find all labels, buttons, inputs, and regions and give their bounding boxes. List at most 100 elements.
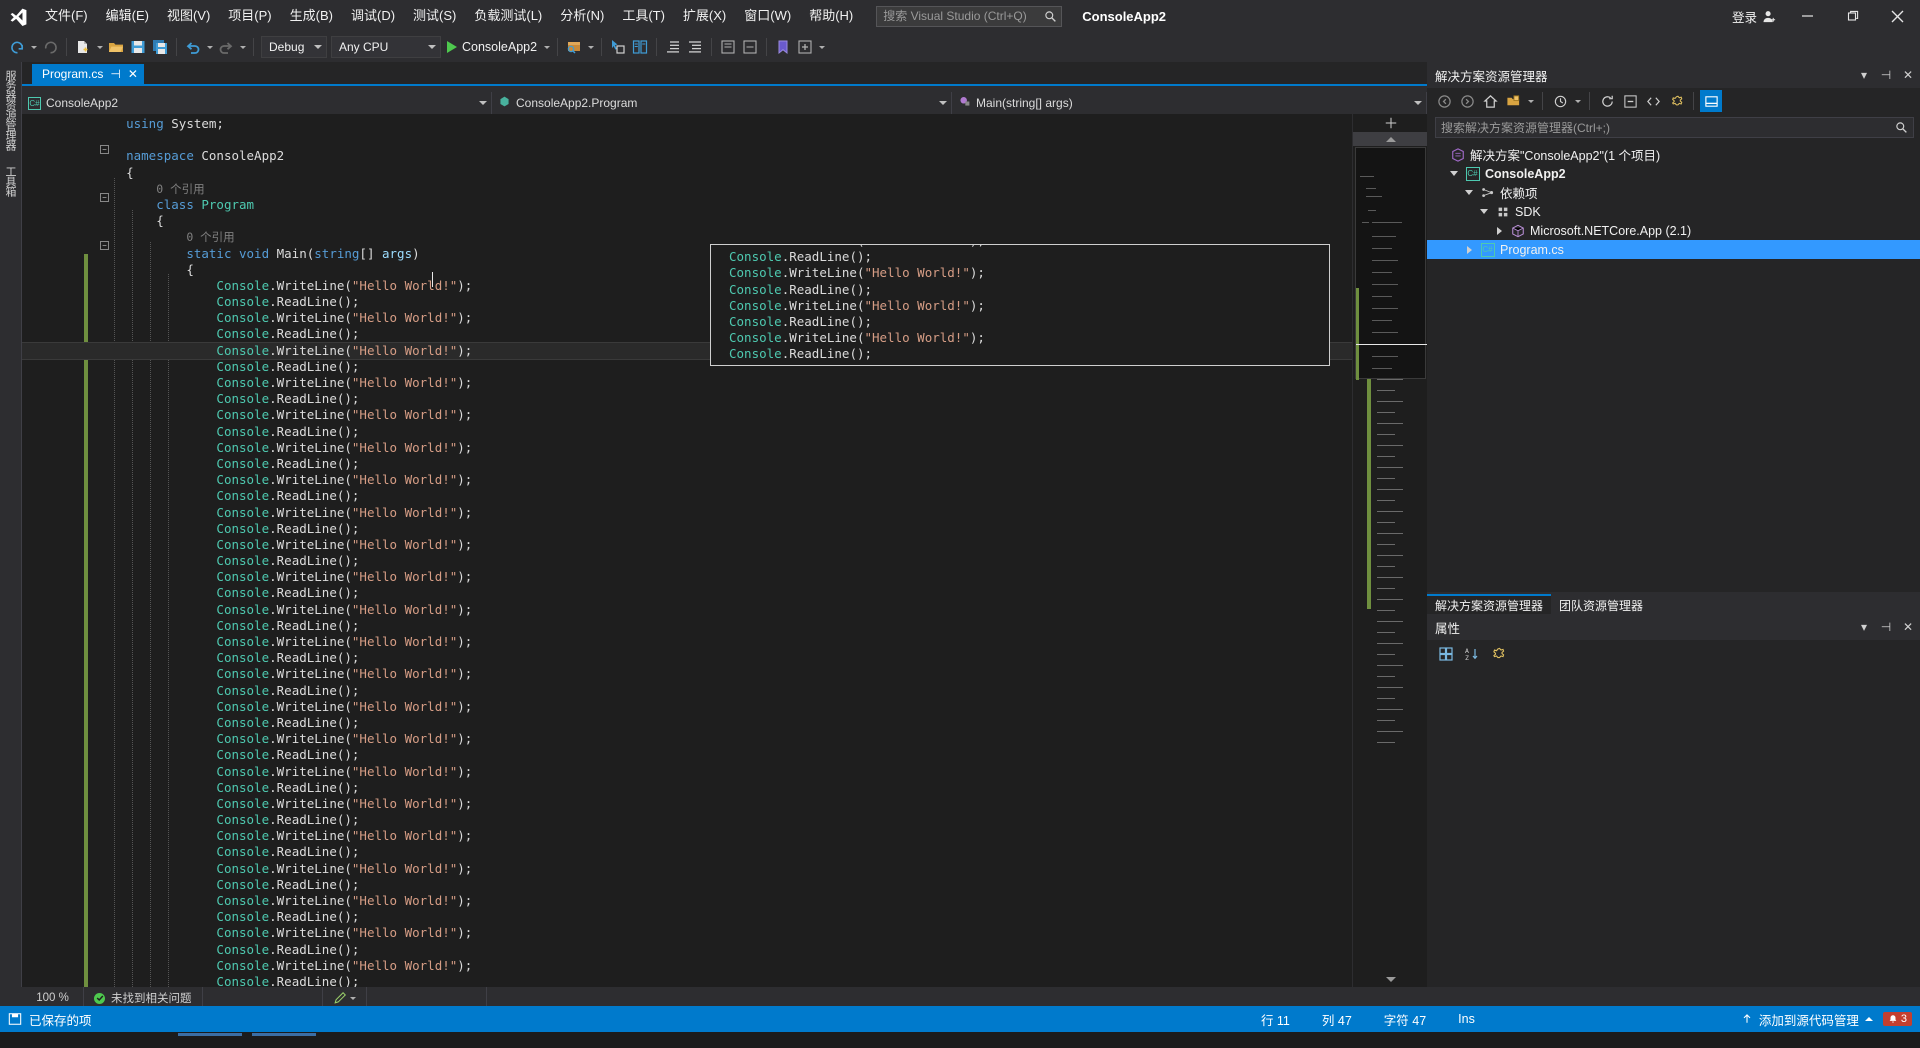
pin-icon[interactable]: ⊣ [1878,618,1894,636]
comment-button[interactable] [717,35,739,59]
code-line[interactable]: Console.WriteLine("Hello World!"); [22,472,1352,488]
new-project-dropdown[interactable] [94,45,105,49]
code-line[interactable]: Console.ReadLine(); [22,942,1352,958]
navigate-backward-button[interactable] [6,35,28,59]
solution-platform-combo[interactable]: Any CPU [331,36,441,58]
tree-twisty[interactable] [1448,171,1460,176]
quick-launch-search[interactable] [876,5,1063,27]
menu-debug[interactable]: 调试(D) [342,4,404,28]
code-line[interactable]: Console.ReadLine(); [22,553,1352,569]
solution-search-input[interactable] [1441,120,1895,135]
tree-twisty[interactable] [1478,209,1490,214]
code-line[interactable]: Console.WriteLine("Hello World!"); [22,440,1352,456]
minimize-button[interactable] [1785,0,1830,32]
chevron-down-icon[interactable] [1572,90,1583,112]
save-button[interactable] [127,35,149,59]
navbar-project-combo[interactable]: C# ConsoleApp2 [22,92,492,114]
expand-button[interactable] [794,35,816,59]
tree-node[interactable]: 依赖项 [1427,183,1920,202]
open-file-button[interactable] [105,35,127,59]
close-icon[interactable]: ✕ [1900,66,1916,84]
code-line[interactable]: { [22,165,1352,181]
code-line[interactable] [22,132,1352,148]
view-code-icon[interactable] [1642,90,1664,112]
menu-analyze[interactable]: 分析(N) [551,4,613,28]
menu-window[interactable]: 窗口(W) [735,4,800,28]
menu-project[interactable]: 项目(P) [219,4,280,28]
select-pointer-button[interactable] [607,35,629,59]
code-line[interactable]: Console.WriteLine("Hello World!"); [22,375,1352,391]
menu-file[interactable]: 文件(F) [36,4,97,28]
solution-tree[interactable]: 解决方案"ConsoleApp2"(1 个项目) C# ConsoleApp2 依赖项… [1427,141,1920,259]
solution-explorer-search[interactable] [1435,117,1914,138]
indent-button[interactable] [662,35,684,59]
server-explorer-tab[interactable]: 服务器资源管理器 [0,62,20,158]
menu-view[interactable]: 视图(V) [158,4,219,28]
tab-team-explorer[interactable]: 团队资源管理器 [1551,594,1651,614]
code-line[interactable]: Console.WriteLine("Hello World!"); [22,958,1352,974]
code-line[interactable]: Console.ReadLine(); [22,521,1352,537]
code-line[interactable]: using System; [22,116,1352,132]
solution-configuration-combo[interactable]: Debug [261,36,327,58]
tree-node[interactable]: C# ConsoleApp2 [1427,164,1920,183]
tab-solution-explorer[interactable]: 解决方案资源管理器 [1427,594,1552,614]
maximize-button[interactable] [1830,0,1875,32]
start-debug-dropdown[interactable] [541,45,552,49]
code-line[interactable]: Console.ReadLine(); [22,812,1352,828]
tab-program-cs[interactable]: Program.cs ⊣ ✕ [32,64,144,84]
outdent-button[interactable] [684,35,706,59]
code-line[interactable]: Console.ReadLine(); [22,391,1352,407]
attach-to-process-dropdown[interactable] [585,45,596,49]
code-line[interactable]: Console.WriteLine("Hello World!"); [22,893,1352,909]
tree-node[interactable]: C# Program.cs [1427,240,1920,259]
code-line[interactable]: Console.ReadLine(); [22,488,1352,504]
scroll-map-thumb[interactable] [1355,147,1427,380]
alphabetical-icon[interactable]: AZ [1461,643,1483,665]
back-icon[interactable] [1433,90,1455,112]
code-line[interactable]: Console.WriteLine("Hello World!"); [22,569,1352,585]
navbar-type-combo[interactable]: ConsoleApp2.Program [492,92,952,114]
code-line[interactable]: Console.WriteLine("Hello World!"); [22,634,1352,650]
menu-extensions[interactable]: 扩展(X) [674,4,735,28]
code-line[interactable]: class Program [22,197,1352,213]
menu-test[interactable]: 测试(S) [404,4,465,28]
code-line[interactable]: 0 个引用 [22,181,1352,197]
tree-node[interactable]: SDK [1427,202,1920,221]
source-control-button[interactable]: 添加到源代码管理 [1731,1010,1883,1029]
close-icon[interactable]: ✕ [1900,618,1916,636]
pin-icon[interactable]: ⊣ [110,68,120,80]
undo-button[interactable] [182,35,204,59]
code-line[interactable]: Console.WriteLine("Hello World!"); [22,731,1352,747]
code-line[interactable]: Console.WriteLine("Hello World!"); [22,861,1352,877]
tree-twisty[interactable] [1493,226,1505,235]
scroll-down-button[interactable] [1353,971,1427,987]
code-line[interactable]: Console.WriteLine("Hello World!"); [22,796,1352,812]
code-line[interactable]: Console.ReadLine(); [22,909,1352,925]
code-line[interactable]: Console.ReadLine(); [22,747,1352,763]
code-line[interactable]: Console.WriteLine("Hello World!"); [22,407,1352,423]
uncomment-button[interactable] [739,35,761,59]
chevron-down-icon[interactable] [1525,90,1536,112]
code-line[interactable]: Console.WriteLine("Hello World!"); [22,602,1352,618]
scroll-map-column[interactable] [1352,114,1427,987]
home-icon[interactable] [1479,90,1501,112]
navbar-member-combo[interactable]: Main(string[] args) [952,92,1427,114]
undo-dropdown[interactable] [204,45,215,49]
menu-edit[interactable]: 编辑(E) [97,4,158,28]
menu-tools[interactable]: 工具(T) [613,4,674,28]
forward-icon[interactable] [1456,90,1478,112]
tree-twisty[interactable] [1463,245,1475,254]
code-line[interactable]: namespace ConsoleApp2 [22,148,1352,164]
pin-icon[interactable]: ⊣ [1878,66,1894,84]
menu-help[interactable]: 帮助(H) [800,4,862,28]
menu-build[interactable]: 生成(B) [281,4,342,28]
code-line[interactable]: Console.ReadLine(); [22,877,1352,893]
toolbar-overflow-button[interactable] [816,45,827,49]
attach-to-process-button[interactable] [563,35,585,59]
redo-dropdown[interactable] [237,45,248,49]
start-debug-button[interactable]: ConsoleApp2 [443,35,541,59]
search-input[interactable] [883,9,1045,23]
tree-twisty[interactable] [1463,190,1475,195]
tree-node[interactable]: 解决方案"ConsoleApp2"(1 个项目) [1427,145,1920,164]
code-line[interactable]: Console.ReadLine(); [22,585,1352,601]
